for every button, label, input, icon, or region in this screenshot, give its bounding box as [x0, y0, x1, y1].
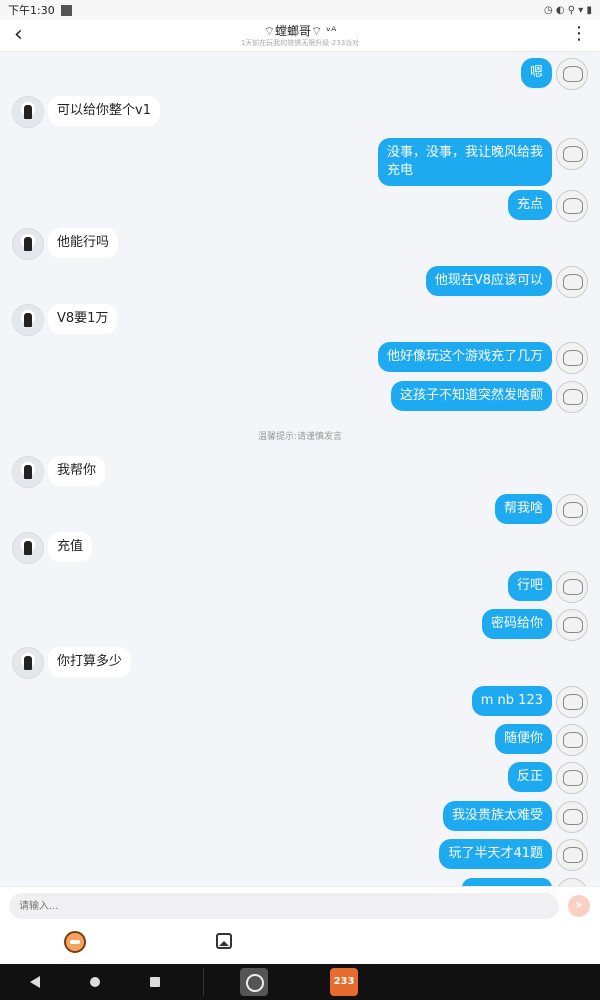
message-bubble[interactable]: 玩了半天才41题: [439, 839, 552, 869]
status-time: 下午1:30: [8, 4, 55, 17]
user-avatar[interactable]: [556, 190, 588, 222]
message-bubble[interactable]: 随便你: [494, 724, 552, 754]
chat-header: ‹ ⌔螳螂哥⌔ ᵛᴬ 1天前在玩我的铁锈无限升级-233派对 ⋮: [0, 20, 600, 52]
image-icon[interactable]: [216, 933, 232, 949]
chat-subtitle: 1天前在玩我的铁锈无限升级-233派对: [240, 39, 360, 47]
message-bubble[interactable]: 这孩子不知道突然发啥颠: [390, 381, 552, 411]
message-bubble[interactable]: 充值: [48, 532, 93, 562]
notification-icon: [60, 4, 72, 16]
message-row: 玩了半天才41题: [0, 839, 600, 871]
user-avatar[interactable]: [556, 138, 588, 170]
message-row: 反正: [0, 762, 600, 794]
message-bubble[interactable]: 帮我啥: [494, 494, 552, 524]
nav-recents-icon[interactable]: [150, 977, 160, 987]
message-bubble[interactable]: 他好像玩这个游戏充了几万: [377, 342, 552, 372]
system-nav-bar: 233: [0, 964, 600, 1000]
nav-home-icon[interactable]: [90, 977, 100, 987]
message-row: 密码给你: [0, 609, 600, 641]
message-bubble[interactable]: 没事，没事，我让晚风给我充电: [378, 138, 552, 186]
user-avatar[interactable]: [556, 762, 588, 794]
user-avatar[interactable]: [556, 609, 588, 641]
message-row: 充值: [0, 532, 600, 564]
user-avatar[interactable]: [556, 878, 588, 886]
contact-avatar[interactable]: [12, 304, 44, 336]
message-bubble[interactable]: 他现在V8应该可以: [425, 266, 552, 296]
contact-avatar[interactable]: [12, 532, 44, 564]
message-row: 他能行吗: [0, 228, 600, 260]
message-row: 嗯: [0, 58, 600, 90]
user-avatar[interactable]: [556, 381, 588, 413]
settings-app-icon[interactable]: [240, 968, 268, 996]
contact-avatar[interactable]: [12, 96, 44, 128]
message-bubble[interactable]: 充点: [507, 190, 552, 220]
message-row: V8要1万: [0, 304, 600, 336]
message-input[interactable]: [9, 893, 559, 919]
message-row: 他现在V8应该可以: [0, 266, 600, 298]
chat-title: ⌔螳螂哥⌔ ᵛᴬ: [263, 24, 337, 38]
message-row: 行吧: [0, 571, 600, 603]
message-bubble[interactable]: 我没贵族太难受: [442, 801, 552, 831]
user-avatar[interactable]: [556, 571, 588, 603]
message-bubble[interactable]: 你打算多少: [48, 647, 132, 677]
emoji-icon[interactable]: [64, 931, 86, 953]
status-bar: 下午1:30 ◷ ◐ ⚲ ▾ ▮: [0, 0, 600, 20]
status-icons: ◷ ◐ ⚲ ▾ ▮: [543, 4, 592, 16]
send-icon[interactable]: ➤: [568, 895, 590, 917]
message-row: 随便你: [0, 724, 600, 756]
user-avatar[interactable]: [556, 801, 588, 833]
message-row: 可以给你整个v1: [0, 96, 600, 128]
message-bubble[interactable]: V8要1万: [48, 304, 118, 334]
message-row: 我帮你: [0, 456, 600, 488]
user-avatar[interactable]: [556, 342, 588, 374]
message-row: 我没贵族太难受: [0, 801, 600, 833]
more-options-icon[interactable]: ⋮: [570, 24, 588, 44]
message-row: 充点: [0, 190, 600, 222]
contact-avatar[interactable]: [12, 647, 44, 679]
message-row: 帮我啥: [0, 494, 600, 526]
message-bubble[interactable]: [462, 878, 552, 886]
app-233-icon[interactable]: 233: [330, 968, 358, 996]
contact-avatar[interactable]: [12, 228, 44, 260]
user-avatar[interactable]: [556, 494, 588, 526]
user-avatar[interactable]: [556, 839, 588, 871]
user-avatar[interactable]: [556, 266, 588, 298]
message-bubble[interactable]: 他能行吗: [48, 228, 119, 258]
message-row-partial: [0, 878, 600, 886]
message-bubble[interactable]: 我帮你: [48, 456, 106, 486]
message-row: 你打算多少: [0, 647, 600, 679]
message-list[interactable]: 嗯 可以给你整个v1 没事，没事，我让晚风给我充电 充点 他能行吗 他现在V8应…: [0, 52, 600, 886]
user-avatar[interactable]: [556, 686, 588, 718]
contact-avatar[interactable]: [12, 456, 44, 488]
message-row: 没事，没事，我让晚风给我充电: [0, 138, 600, 186]
user-avatar[interactable]: [556, 724, 588, 756]
message-bubble[interactable]: 反正: [507, 762, 552, 792]
nav-divider: [203, 968, 204, 996]
message-bubble[interactable]: 可以给你整个v1: [48, 96, 160, 126]
message-bubble[interactable]: m nb 123: [471, 686, 552, 716]
message-bubble[interactable]: 行吧: [507, 571, 552, 601]
input-area: ➤: [0, 886, 600, 964]
message-row: 他好像玩这个游戏充了几万: [0, 342, 600, 374]
message-bubble[interactable]: 密码给你: [481, 609, 552, 639]
message-row: m nb 123: [0, 686, 600, 718]
message-row: 这孩子不知道突然发啥颠: [0, 381, 600, 413]
message-bubble[interactable]: 嗯: [520, 58, 552, 88]
warning-tip: 温馨提示:请谨慎发言: [257, 432, 343, 442]
nav-back-icon[interactable]: [30, 976, 40, 988]
user-avatar[interactable]: [556, 58, 588, 90]
